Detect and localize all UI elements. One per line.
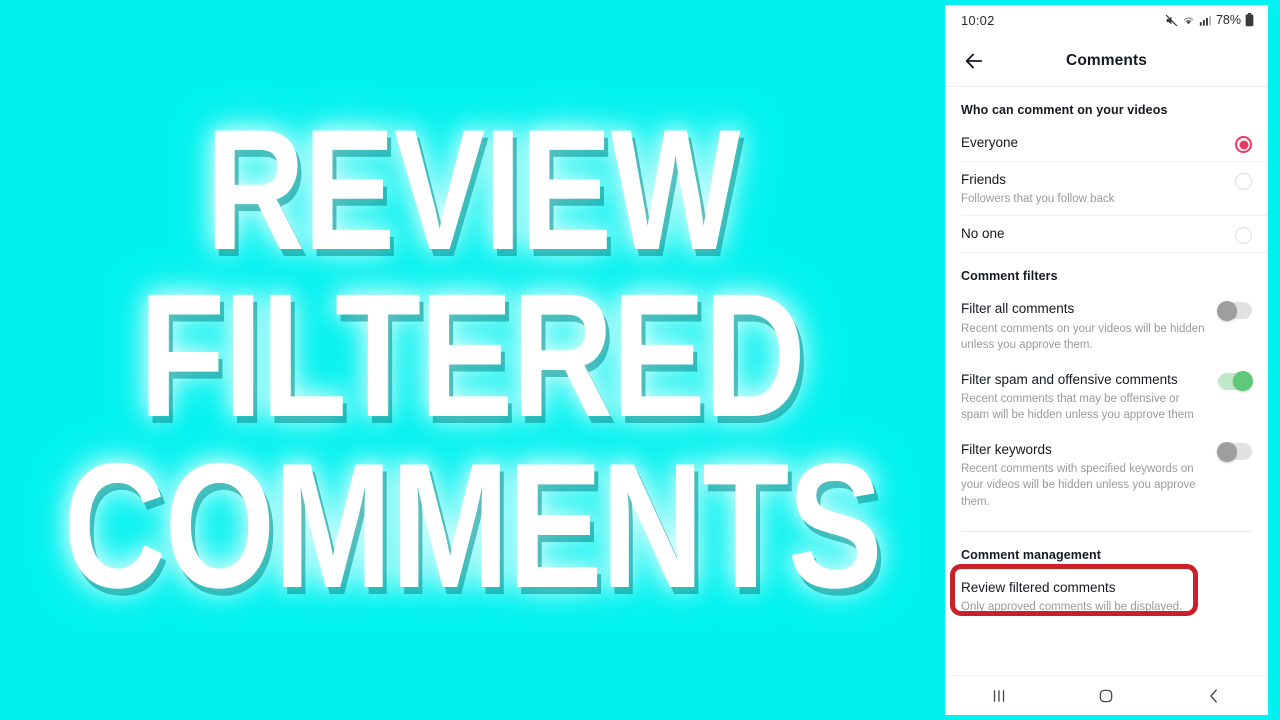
radio-no-one[interactable]	[1235, 227, 1252, 245]
back-icon[interactable]	[1191, 679, 1237, 713]
setting-subtitle: Only approved comments will be displayed…	[961, 600, 1183, 613]
setting-title: No one	[961, 226, 1005, 242]
toggle-knob	[1233, 371, 1253, 392]
setting-title: Filter all comments	[961, 301, 1075, 317]
highlight-wrapper: Review filtered comments Only approved c…	[945, 563, 1268, 624]
row-text: Review filtered comments Only approved c…	[961, 579, 1252, 615]
setting-title: Filter spam and offensive comments	[961, 371, 1178, 387]
android-navigation-bar	[945, 675, 1268, 715]
thumbnail-line-1: REVIEW	[205, 94, 740, 287]
home-icon[interactable]	[1083, 679, 1129, 713]
row-text: Everyone	[961, 134, 1235, 152]
row-text: Filter keywords Recent comments with spe…	[961, 441, 1218, 510]
toggle-knob	[1217, 441, 1237, 462]
setting-row-friends[interactable]: Friends Followers that you follow back	[945, 162, 1268, 217]
row-text: No one	[961, 225, 1235, 243]
setting-title: Everyone	[961, 135, 1019, 150]
toggle-knob	[1217, 300, 1237, 321]
phone-screenshot: 10:02 78% Comments Who can comment on yo…	[945, 5, 1268, 715]
battery-percent-label: 78%	[1215, 13, 1241, 27]
setting-row-review-filtered-comments[interactable]: Review filtered comments Only approved c…	[945, 570, 1268, 624]
recents-icon[interactable]	[976, 679, 1022, 713]
status-bar: 10:02 78%	[945, 5, 1268, 35]
setting-subtitle: Followers that you follow back	[961, 193, 1115, 206]
row-text: Friends Followers that you follow back	[961, 171, 1235, 207]
status-bar-time: 10:02	[961, 12, 995, 28]
setting-row-everyone[interactable]: Everyone	[945, 125, 1268, 162]
setting-subtitle: Recent comments that may be offensive or…	[961, 392, 1194, 422]
toggle-filter-keywords[interactable]	[1217, 441, 1252, 462]
mute-icon	[1165, 14, 1178, 27]
setting-row-filter-all-comments[interactable]: Filter all comments Recent comments on y…	[945, 291, 1268, 361]
thumbnail-line-3: COMMENTS	[63, 426, 882, 626]
row-text: Filter all comments Recent comments on y…	[961, 300, 1218, 352]
row-text: Filter spam and offensive comments Recen…	[961, 371, 1218, 423]
status-bar-icons: 78%	[1165, 13, 1254, 27]
setting-row-filter-spam[interactable]: Filter spam and offensive comments Recen…	[945, 362, 1268, 432]
section-heading-comment-filters: Comment filters	[961, 269, 1058, 284]
cellular-signal-icon	[1199, 14, 1211, 27]
setting-subtitle: Recent comments on your videos will be h…	[961, 322, 1205, 351]
radio-friends[interactable]	[1235, 173, 1252, 190]
section-heading-who-can-comment: Who can comment on your videos	[961, 103, 1168, 117]
toggle-filter-all-comments[interactable]	[1217, 300, 1252, 321]
toggle-filter-spam[interactable]	[1218, 371, 1253, 392]
setting-row-filter-keywords[interactable]: Filter keywords Recent comments with spe…	[945, 432, 1268, 519]
setting-row-no-one[interactable]: No one	[945, 216, 1268, 254]
thumbnail-text-overlay: REVIEW FILTERED COMMENTS	[0, 0, 944, 720]
battery-icon	[1245, 13, 1254, 27]
thumbnail-line-2: FILTERED	[139, 258, 806, 455]
settings-list: Who can comment on your videos Everyone …	[945, 87, 1268, 675]
wifi-icon	[1182, 14, 1195, 27]
setting-title: Review filtered comments	[961, 579, 1116, 595]
app-bar: Comments	[945, 35, 1268, 87]
page-title: Comments	[1066, 51, 1147, 69]
setting-subtitle: Recent comments with specified keywords …	[961, 463, 1196, 508]
setting-title: Friends	[961, 172, 1007, 187]
section-heading-comment-management: Comment management	[961, 547, 1102, 562]
radio-everyone[interactable]	[1235, 136, 1252, 153]
back-arrow-icon[interactable]	[957, 44, 991, 78]
setting-title: Filter keywords	[961, 442, 1052, 458]
